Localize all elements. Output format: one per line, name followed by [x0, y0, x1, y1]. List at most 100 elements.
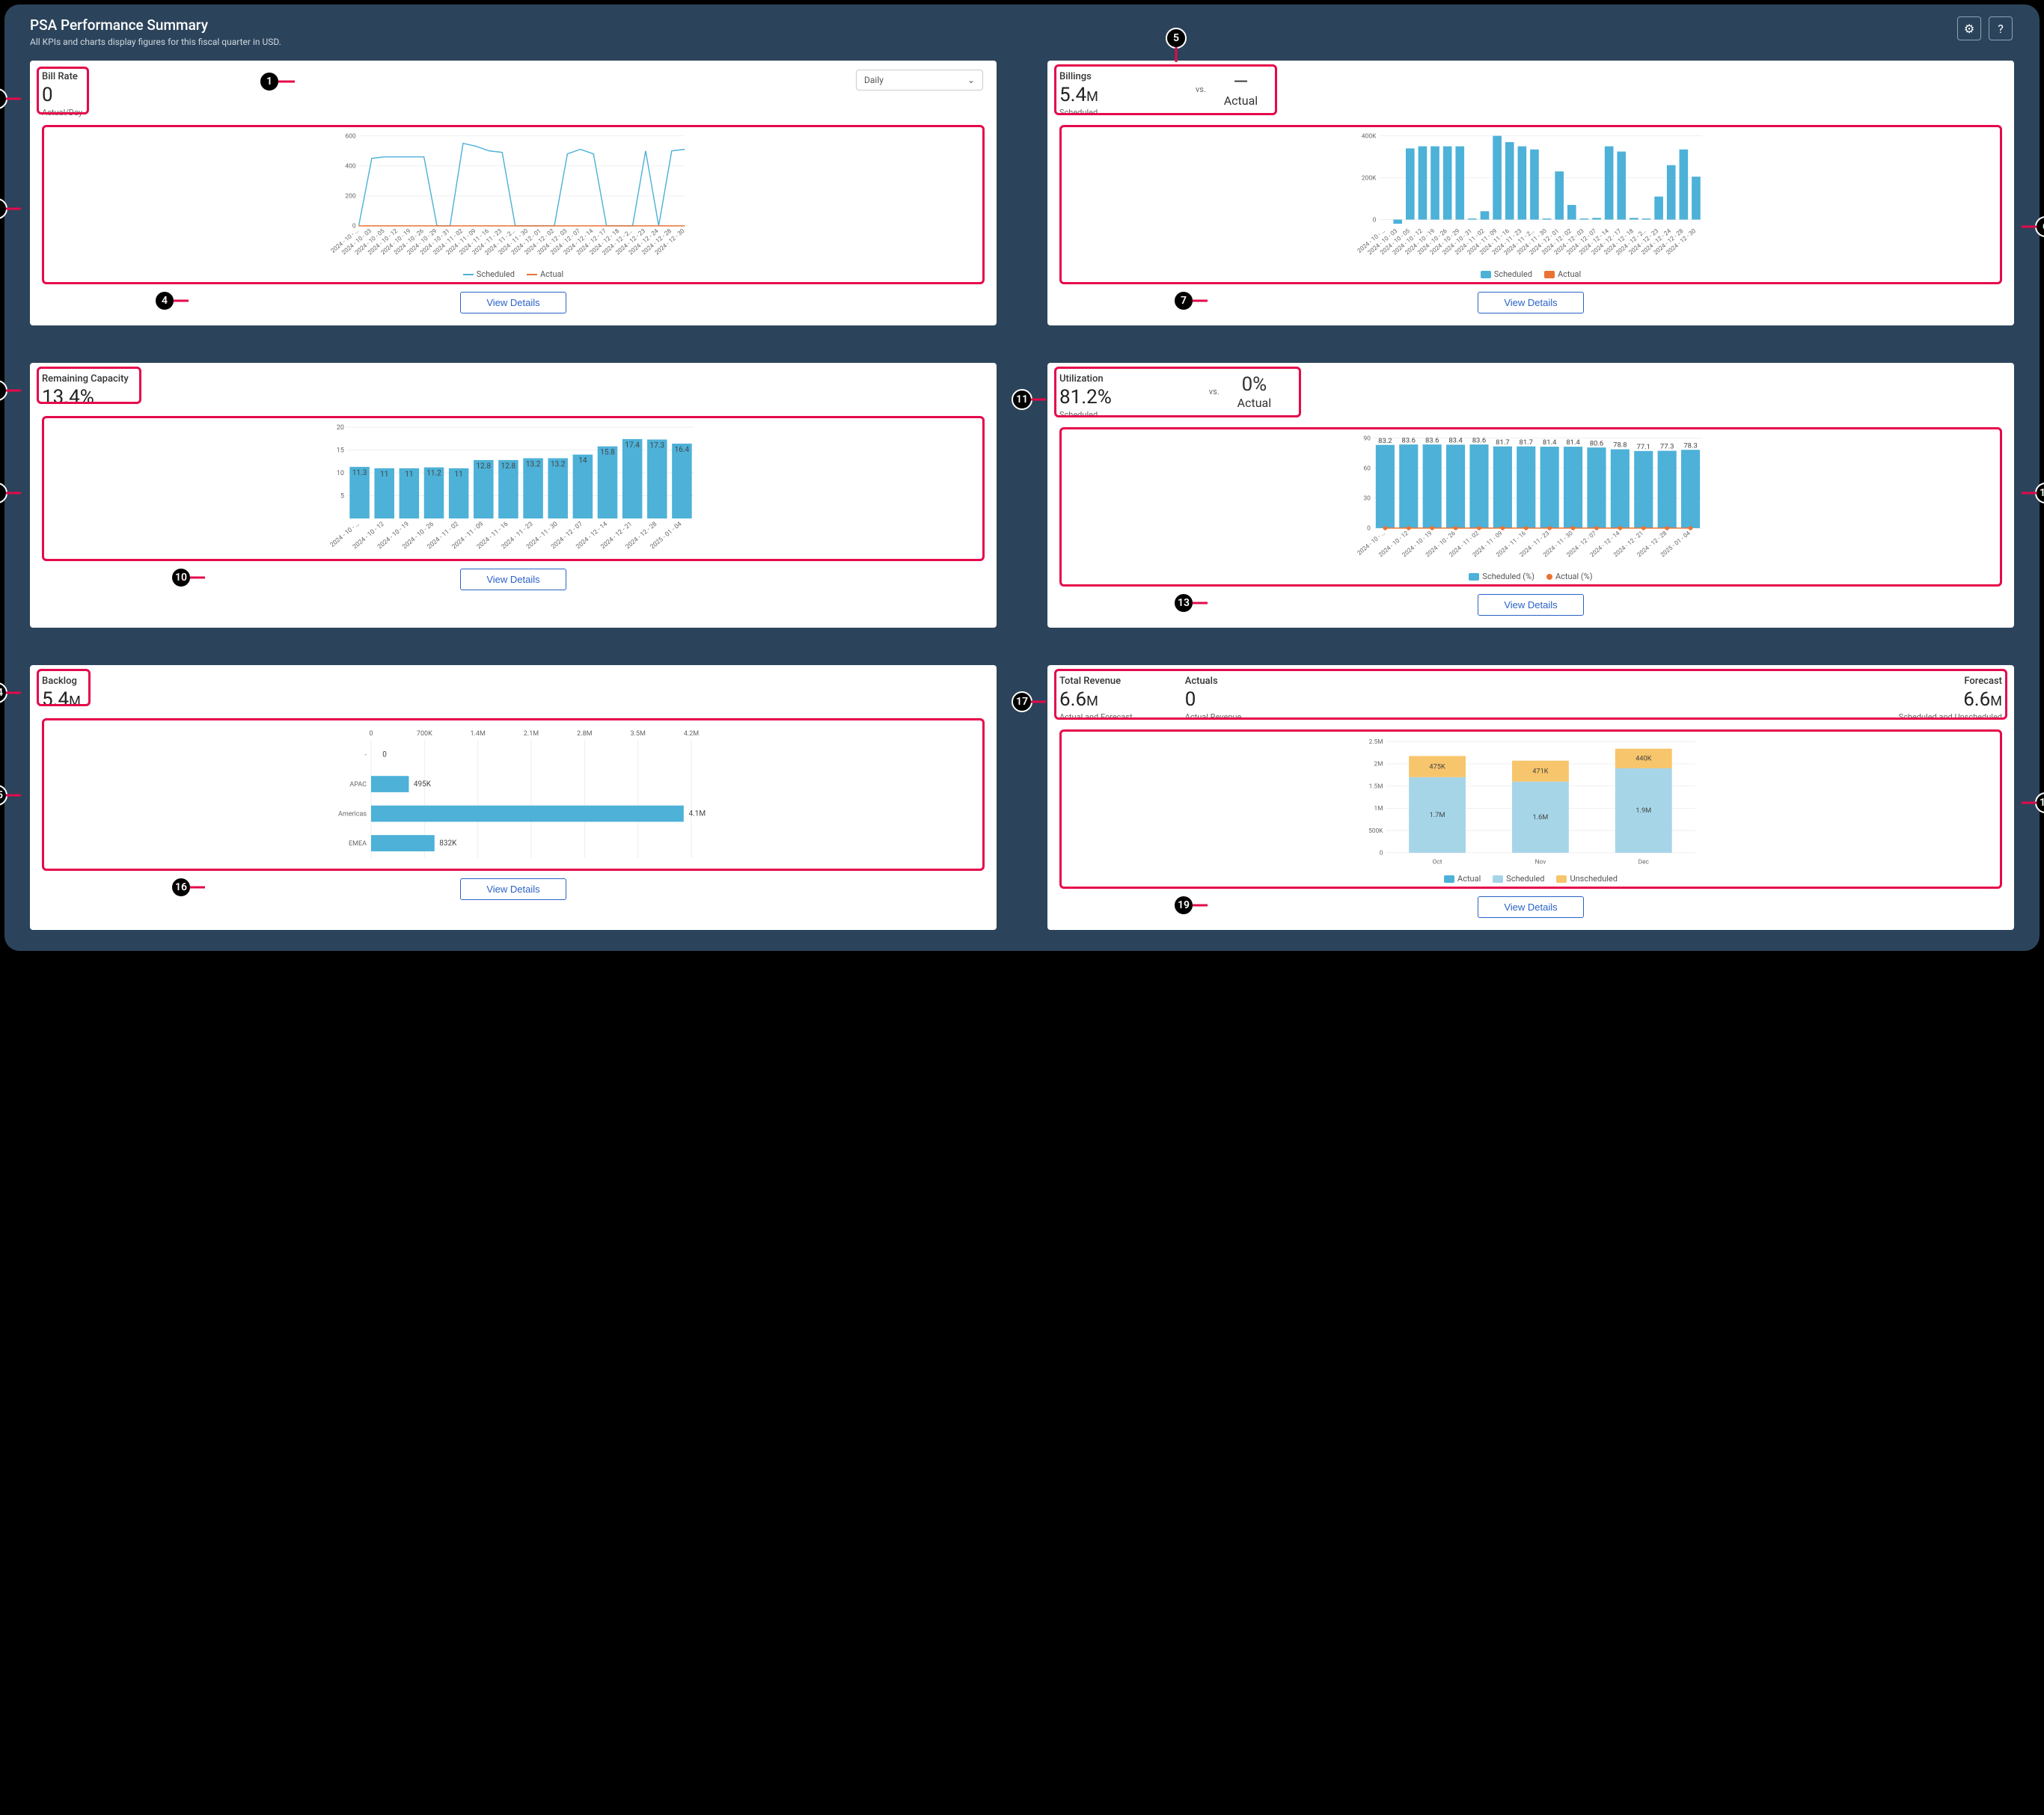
svg-text:0: 0 [1367, 525, 1371, 533]
help-button[interactable]: ? [1989, 16, 2013, 40]
view-details-button[interactable]: View Details [1478, 292, 1583, 313]
svg-text:1.4M: 1.4M [470, 730, 485, 738]
svg-text:-: - [365, 752, 367, 759]
kpi-title: Bill Rate [42, 71, 985, 82]
kpi-vs-sub: Actual [1224, 94, 1258, 108]
billings-card: 5 6 Billings 5.4M Scheduled vs. — Actual [1047, 61, 2014, 325]
svg-text:83.6: 83.6 [1425, 436, 1439, 444]
svg-text:11: 11 [405, 471, 413, 479]
kpi-title: Billings [1059, 71, 1098, 82]
annotation-badge: 2 [0, 88, 7, 109]
annotation-badge: 8 [0, 380, 7, 401]
annotation-badge: 3 [0, 198, 7, 219]
bill-rate-chart: 02004006002024 - 10 - …2024 - 10 - 03202… [42, 125, 985, 284]
view-details-button[interactable]: View Details [460, 878, 566, 900]
svg-text:11.2: 11.2 [426, 470, 441, 478]
kpi-actuals-sub: Actual Revenue [1185, 712, 1242, 722]
kpi-sub: Actual and Forecast [1059, 712, 1133, 722]
svg-text:500K: 500K [1368, 827, 1383, 835]
settings-button[interactable]: ⚙ [1957, 16, 1981, 40]
kpi-vs-sub: Actual [1237, 396, 1271, 410]
remaining-capacity-card: 8 9 Remaining Capacity 13.4% 510152011.3… [30, 363, 997, 628]
svg-text:Dec: Dec [1638, 859, 1650, 866]
svg-text:15: 15 [337, 447, 344, 455]
svg-text:81.7: 81.7 [1496, 438, 1509, 447]
backlog-card: 14 15 Backlog 5.4M 0700K1.4M2.1M2.8M3.5M… [30, 665, 997, 930]
svg-text:700K: 700K [417, 730, 432, 738]
svg-text:14: 14 [578, 457, 587, 465]
svg-text:495K: 495K [414, 780, 432, 789]
view-details-button[interactable]: View Details [1478, 594, 1583, 616]
svg-text:0: 0 [1380, 850, 1383, 857]
gear-icon: ⚙ [1964, 22, 1974, 36]
svg-text:2M: 2M [1374, 761, 1383, 768]
kpi-actuals-title: Actuals [1185, 676, 1242, 687]
svg-text:81.4: 81.4 [1543, 438, 1557, 447]
utilization-card: 11 12 Utilization 81.2% Scheduled vs. 0%… [1047, 363, 2014, 628]
annotation-badge: 13 [1173, 593, 1194, 613]
annotation-badge: 18 [2035, 792, 2044, 813]
svg-text:1.5M: 1.5M [1369, 783, 1383, 790]
vs-label: vs. [1209, 387, 1220, 397]
annotation-badge: 15 [0, 785, 7, 806]
svg-text:0: 0 [382, 751, 387, 759]
svg-text:200K: 200K [1362, 174, 1377, 182]
backlog-chart: 0700K1.4M2.1M2.8M3.5M4.2M-0APAC495KAmeri… [42, 718, 985, 871]
annotation-badge: 5 [1166, 28, 1187, 49]
svg-text:471K: 471K [1532, 768, 1549, 776]
svg-text:78.3: 78.3 [1683, 441, 1697, 450]
svg-text:15.8: 15.8 [600, 449, 615, 457]
svg-text:81.4: 81.4 [1566, 438, 1580, 447]
svg-text:APAC: APAC [349, 781, 367, 789]
svg-text:81.7: 81.7 [1520, 438, 1533, 447]
svg-text:400K: 400K [1362, 132, 1377, 140]
svg-text:1.7M: 1.7M [1430, 811, 1445, 819]
view-details-button[interactable]: View Details [1478, 896, 1583, 918]
svg-text:440K: 440K [1635, 755, 1652, 763]
kpi-vs-value: — [1233, 71, 1248, 94]
svg-text:200: 200 [345, 193, 356, 201]
svg-text:83.2: 83.2 [1378, 437, 1392, 445]
chart-legend: Actual Scheduled Unscheduled [1065, 874, 1997, 884]
svg-text:475K: 475K [1429, 762, 1445, 771]
svg-text:17.3: 17.3 [650, 441, 665, 450]
svg-text:13.2: 13.2 [551, 460, 566, 468]
svg-text:10: 10 [337, 470, 344, 477]
svg-text:5: 5 [340, 493, 344, 501]
svg-text:4.1M: 4.1M [689, 810, 706, 818]
chart-legend: Scheduled (%) Actual (%) [1065, 572, 1997, 581]
kpi-value: 5.4M [42, 688, 985, 711]
svg-text:78.8: 78.8 [1613, 441, 1627, 450]
svg-text:1.9M: 1.9M [1635, 807, 1651, 815]
svg-text:2.5M: 2.5M [1369, 738, 1383, 746]
period-select[interactable]: Daily ⌄ [856, 70, 983, 91]
kpi-value: 81.2% [1059, 386, 1112, 408]
page-title: PSA Performance Summary [30, 16, 2014, 34]
kpi-forecast-title: Forecast [1899, 676, 2002, 687]
svg-text:1M: 1M [1374, 805, 1383, 812]
help-icon: ? [1998, 22, 2004, 36]
annotation-badge: 11 [1012, 389, 1032, 410]
total-revenue-card: 17 18 Total Revenue 6.6M Actual and Fore… [1047, 665, 2014, 930]
view-details-button[interactable]: View Details [460, 569, 566, 590]
svg-text:17.4: 17.4 [625, 441, 640, 450]
svg-text:12.8: 12.8 [477, 462, 492, 471]
kpi-sub: Scheduled [1059, 410, 1112, 420]
svg-text:1.6M: 1.6M [1533, 813, 1549, 821]
kpi-sub: Actual/Day [42, 108, 985, 117]
annotation-badge: 1 [259, 71, 280, 92]
svg-text:30: 30 [1363, 495, 1371, 503]
annotation-badge: 7 [1173, 290, 1194, 311]
kpi-forecast-sub: Scheduled and Unscheduled [1899, 712, 2002, 722]
bill-rate-card: Bill Rate 0 Actual/Day Daily ⌄ 1 2 3 020… [30, 61, 997, 325]
svg-text:90: 90 [1363, 435, 1371, 442]
svg-text:60: 60 [1363, 465, 1371, 473]
svg-text:83.6: 83.6 [1402, 436, 1416, 444]
svg-text:Oct: Oct [1433, 859, 1442, 866]
svg-text:4.2M: 4.2M [684, 730, 699, 738]
total-revenue-chart: 0500K1M1.5M2M2.5M1.7M475KOct1.6M471KNov1… [1059, 729, 2002, 889]
kpi-sub: Scheduled [1059, 108, 1098, 117]
select-value: Daily [864, 75, 884, 85]
annotation-badge: 4 [154, 290, 175, 311]
view-details-button[interactable]: View Details [460, 292, 566, 313]
